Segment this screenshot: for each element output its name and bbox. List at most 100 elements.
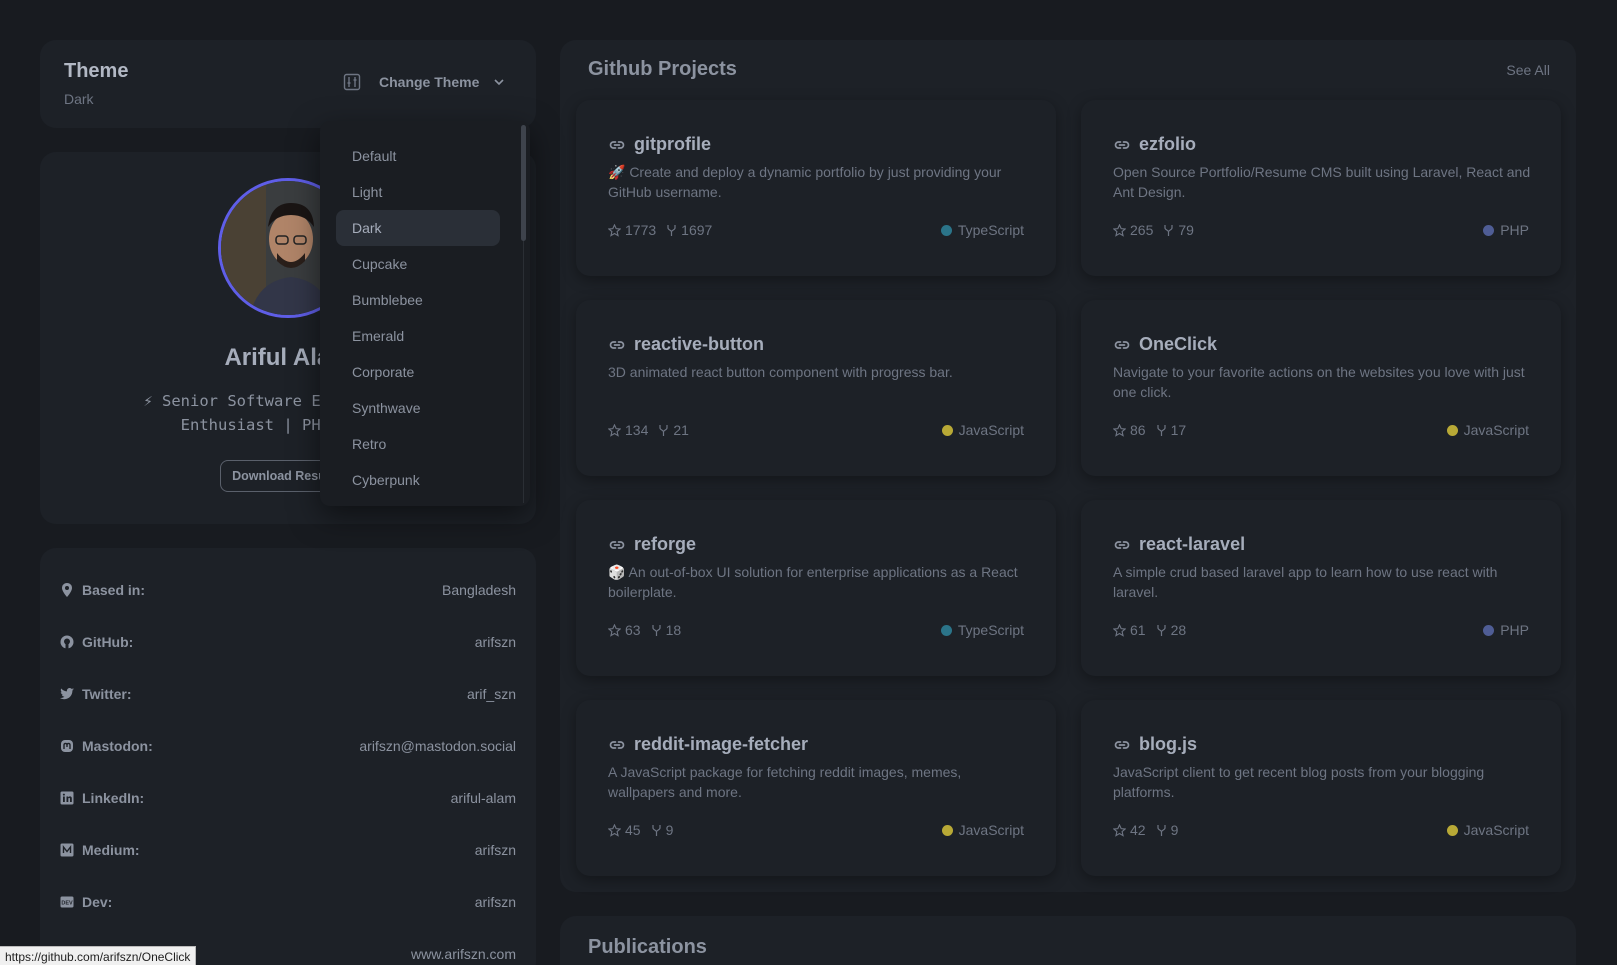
project-stats: 134 21 (608, 422, 689, 438)
project-description: 3D animated react button component with … (608, 364, 953, 380)
project-name: ezfolio (1139, 134, 1196, 154)
fork-icon (651, 824, 662, 837)
star-count: 134 (625, 422, 649, 438)
project-title: ezfolio (1113, 134, 1196, 155)
star-count: 86 (1130, 422, 1146, 438)
project-title: react-laravel (1113, 534, 1245, 555)
language-name: JavaScript (958, 422, 1024, 438)
project-stats: 265 79 (1113, 222, 1194, 238)
project-language: PHP (1483, 622, 1529, 638)
theme-option-cupcake[interactable]: Cupcake (336, 246, 500, 282)
star-icon (608, 223, 621, 237)
project-title: reforge (608, 534, 696, 555)
star-icon (1113, 623, 1126, 637)
fork-icon (1156, 424, 1167, 437)
project-name: reactive-button (634, 334, 765, 354)
project-stats: 61 28 (1113, 622, 1186, 638)
project-language: JavaScript (941, 822, 1024, 838)
theme-option-dark[interactable]: Dark (336, 210, 500, 246)
project-name: reddit-image-fetcher (634, 734, 809, 754)
theme-option-default[interactable]: Default (336, 138, 500, 174)
theme-option-light[interactable]: Light (336, 174, 500, 210)
star-count: 42 (1130, 822, 1146, 838)
detail-value[interactable]: www.arifszn.com (411, 946, 516, 962)
fork-count: 1697 (681, 222, 713, 238)
project-description: Open Source Portfolio/Resume CMS built u… (1113, 164, 1531, 200)
mastodon-icon (60, 739, 74, 753)
detail-row-twitter[interactable]: Twitter: arif_szn (60, 682, 516, 706)
link-icon (1113, 736, 1131, 754)
theme-option-retro[interactable]: Retro (336, 426, 500, 462)
language-color-dot (1483, 624, 1495, 636)
project-card-reforge[interactable]: reforge 🎲 An out-of-box UI solution for e… (576, 500, 1056, 676)
detail-label: GitHub: (82, 634, 134, 650)
theme-title: Theme (64, 60, 129, 82)
svg-text:DEV: DEV (61, 901, 73, 907)
theme-option-synthwave[interactable]: Synthwave (336, 390, 500, 426)
current-theme: Dark (64, 91, 94, 107)
theme-option-bumblebee[interactable]: Bumblebee (336, 282, 500, 318)
star-icon (1113, 823, 1126, 837)
fork-count: 18 (665, 622, 682, 638)
project-title: gitprofile (608, 134, 711, 155)
detail-row-github[interactable]: GitHub: arifszn (60, 630, 516, 654)
detail-row-mastodon[interactable]: Mastodon: arifszn@mastodon.social (60, 734, 516, 758)
star-count: 45 (625, 822, 641, 838)
language-color-dot (941, 424, 953, 436)
theme-option-corporate[interactable]: Corporate (336, 354, 500, 390)
project-description: JavaScript client to get recent blog pos… (1113, 764, 1485, 800)
detail-row-linkedin[interactable]: LinkedIn: ariful-alam (60, 786, 516, 810)
detail-value[interactable]: arifszn (475, 634, 516, 650)
project-card-reactive-button[interactable]: reactive-button 3D animated react button … (576, 300, 1056, 476)
link-icon (1113, 536, 1131, 554)
detail-row-dev[interactable]: DEV Dev: arifszn (60, 890, 516, 914)
fork-icon (1163, 224, 1174, 237)
detail-value[interactable]: arif_szn (467, 686, 516, 702)
fork-icon (1156, 824, 1167, 837)
detail-label: Based in: (82, 582, 146, 598)
detail-value[interactable]: arifszn@mastodon.social (359, 738, 516, 754)
project-language: PHP (1483, 222, 1529, 238)
link-icon (1113, 336, 1131, 354)
project-card-react-laravel[interactable]: react-laravel A simple crud based laravel… (1081, 500, 1561, 676)
language-color-dot (1446, 824, 1458, 836)
detail-label: Mastodon: (82, 738, 153, 754)
twitter-icon (60, 687, 74, 701)
linkedin-icon (60, 791, 74, 805)
detail-value[interactable]: arifszn (475, 894, 516, 910)
medium-icon (60, 843, 74, 857)
star-icon (1113, 423, 1126, 437)
fork-count: 79 (1178, 222, 1194, 238)
project-card-oneclick[interactable]: OneClick Navigate to your favorite action… (1081, 300, 1561, 476)
detail-value[interactable]: ariful-alam (451, 790, 516, 806)
see-all-link[interactable]: See All (1506, 62, 1550, 78)
fork-icon (658, 424, 669, 437)
project-card-gitprofile[interactable]: gitprofile 🚀 Create and deploy a dynamic … (576, 100, 1056, 276)
fork-count: 21 (673, 422, 689, 438)
star-icon (1113, 223, 1126, 237)
change-theme-button[interactable]: Change Theme (343, 65, 517, 99)
link-icon (608, 336, 626, 354)
chevron-down-icon (493, 76, 505, 88)
project-name: gitprofile (634, 134, 711, 154)
language-color-dot (1446, 424, 1458, 436)
link-icon (608, 736, 626, 754)
project-stats: 63 18 (608, 622, 681, 638)
star-count: 265 (1130, 222, 1154, 238)
project-language: JavaScript (1446, 422, 1529, 438)
project-title: blog.js (1113, 734, 1197, 755)
project-card-ezfolio[interactable]: ezfolio Open Source Portfolio/Resume CMS … (1081, 100, 1561, 276)
github-icon (60, 635, 74, 649)
project-stats: 42 9 (1113, 822, 1178, 838)
theme-option-cyberpunk[interactable]: Cyberpunk (336, 462, 500, 498)
project-title: reddit-image-fetcher (608, 734, 808, 755)
project-card-blog-js[interactable]: blog.js JavaScript client to get recent b… (1081, 700, 1561, 876)
detail-row-medium[interactable]: Medium: arifszn (60, 838, 516, 862)
fork-icon (651, 624, 662, 637)
project-card-reddit-image-fetcher[interactable]: reddit-image-fetcher A JavaScript package… (576, 700, 1056, 876)
theme-option-emerald[interactable]: Emerald (336, 318, 500, 354)
change-theme-label: Change Theme (379, 74, 480, 90)
menu-scrollbar[interactable] (521, 125, 526, 241)
link-icon (608, 136, 626, 154)
detail-value[interactable]: arifszn (475, 842, 516, 858)
